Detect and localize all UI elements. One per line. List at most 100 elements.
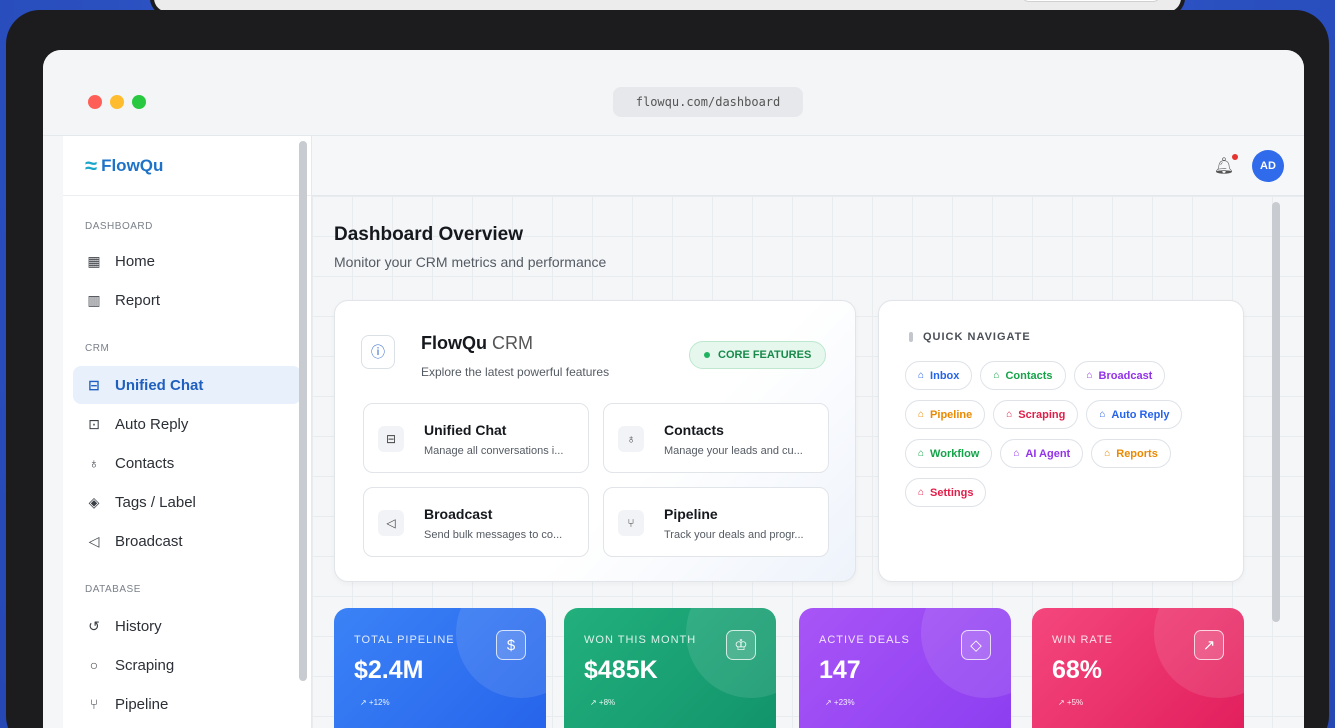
sidebar-section-dashboard: DASHBOARD ▦ Home ▥ Report	[63, 218, 311, 319]
sidebar-item-label: Contacts	[115, 454, 175, 472]
sidebar-item-label: Unified Chat	[115, 376, 204, 394]
page-subtitle: Monitor your CRM metrics and performance	[334, 254, 607, 270]
megaphone-icon: ◁	[88, 532, 100, 549]
inbox-icon: ⊟	[88, 376, 100, 393]
notification-dot	[1232, 154, 1238, 160]
sidebar-item-unified-chat[interactable]: ⊟ Unified Chat	[73, 366, 301, 404]
sidebar-item-pipeline[interactable]: ⑂ Pipeline	[73, 685, 301, 723]
bot-icon: ⌂	[918, 370, 925, 381]
browser-window: flowqu.com/dashboard ≈ FlowQu DASHBOARD …	[43, 50, 1304, 728]
pipeline-icon: ⑂	[618, 510, 644, 536]
feature-pipeline[interactable]: ⑂ Pipeline Track your deals and progr...	[603, 487, 829, 557]
trend-up-icon: ↗	[1194, 630, 1224, 660]
bot-icon: ⌂	[1006, 409, 1013, 420]
bot-icon: ⌂	[918, 487, 925, 498]
chip-workflow[interactable]: ⌂ Workflow	[905, 439, 993, 468]
search-icon: ○	[89, 657, 99, 673]
feature-unified-chat[interactable]: ⊟ Unified Chat Manage all conversations …	[363, 403, 589, 473]
quick-navigate-label: QUICK NAVIGATE	[909, 331, 1031, 343]
address-bar[interactable]: flowqu.com/dashboard	[613, 87, 803, 117]
chip-pipeline[interactable]: ⌂ Pipeline	[905, 400, 986, 429]
sidebar-item-label: Pipeline	[115, 695, 169, 713]
sidebar-item-label: Broadcast	[115, 532, 183, 550]
status-badge: CORE FEATURES	[689, 341, 827, 369]
chip-reports[interactable]: ⌂ Reports	[1091, 439, 1171, 468]
page-title: Dashboard Overview	[334, 224, 524, 245]
brand-logo[interactable]: ≈ FlowQu	[63, 136, 311, 196]
stat-card-win-rate[interactable]: WIN RATE 68% ↗ +5% ↗	[1032, 608, 1244, 728]
sidebar-section-database: DATABASE ↺ History ○ Scraping ⑂ Pipeline	[63, 581, 311, 723]
bot-icon: ⌂	[918, 448, 925, 459]
app-header: 🔔︎ AD	[312, 136, 1304, 196]
bot-icon: ⌂	[1013, 448, 1020, 459]
bot-icon: ⌂	[918, 409, 925, 420]
quick-navigate-chips: ⌂ Inbox ⌂ Contacts ⌂ Broadcast ⌂ Pipeline ⌂ S…	[905, 361, 1225, 507]
sidebar-item-report[interactable]: ▥ Report	[73, 281, 301, 319]
sidebar: ≈ FlowQu DASHBOARD ▦ Home ▥ Report CRM ⊟…	[63, 136, 312, 728]
chip-scraping[interactable]: ⌂ Scraping	[993, 400, 1079, 429]
sidebar-section-label: DATABASE	[85, 584, 141, 595]
close-window-button[interactable]	[88, 95, 102, 109]
brand-name: FlowQu	[101, 155, 164, 175]
chip-inbox[interactable]: ⌂ Inbox	[905, 361, 973, 390]
feature-broadcast[interactable]: ◁ Broadcast Send bulk messages to co...	[363, 487, 589, 557]
sidebar-item-contacts[interactable]: ♁ Contacts	[73, 444, 301, 482]
chip-contacts[interactable]: ⌂ Contacts	[980, 361, 1066, 390]
crm-card-title: FlowQu CRM	[421, 333, 534, 353]
bot-icon: ⌂	[993, 370, 1000, 381]
sidebar-item-label: Home	[115, 252, 156, 270]
sidebar-item-auto-reply[interactable]: ⊡ Auto Reply	[73, 405, 301, 443]
quick-navigate-card: QUICK NAVIGATE ⌂ Inbox ⌂ Contacts ⌂ Broadca…	[878, 300, 1244, 582]
history-icon: ↺	[88, 617, 100, 634]
bot-icon: ⌂	[1086, 370, 1093, 381]
feature-contacts[interactable]: ♁ Contacts Manage your leads and cu...	[603, 403, 829, 473]
bell-icon[interactable]: 🔔︎	[1214, 156, 1234, 176]
device-frame: flowqu.com/dashboard ≈ FlowQu DASHBOARD …	[6, 10, 1329, 728]
info-icon: ⓘ	[361, 335, 395, 369]
chip-settings[interactable]: ⌂ Settings	[905, 478, 987, 507]
sidebar-item-history[interactable]: ↺ History	[73, 607, 301, 645]
inbox-icon: ⊟	[378, 426, 404, 452]
pipeline-icon: ⑂	[89, 696, 99, 712]
bot-icon: ⌂	[1099, 409, 1106, 420]
bot-icon: ⌂	[1104, 448, 1111, 459]
main-content: Dashboard Overview Monitor your CRM metr…	[312, 196, 1304, 728]
avatar[interactable]: AD	[1252, 150, 1284, 182]
handshake-icon: ◇	[961, 630, 991, 660]
sidebar-item-label: Report	[115, 291, 161, 309]
stat-card-won-this-month[interactable]: WON THIS MONTH $485K ↗ +8% ♔	[564, 608, 776, 728]
crm-card-subtitle: Explore the latest powerful features	[421, 365, 610, 379]
maximize-window-button[interactable]	[132, 95, 146, 109]
sidebar-item-label: Tags / Label	[115, 493, 196, 511]
chip-auto-reply[interactable]: ⌂ Auto Reply	[1086, 400, 1183, 429]
browser-titlebar: flowqu.com/dashboard	[43, 50, 1304, 136]
reply-icon: ⊡	[88, 415, 100, 432]
stat-card-active-deals[interactable]: ACTIVE DEALS 147 ↗ +23% ◇	[799, 608, 1011, 728]
sidebar-section-label: DASHBOARD	[85, 221, 153, 232]
tag-icon: ◈	[88, 493, 100, 510]
stat-card-total-pipeline[interactable]: TOTAL PIPELINE $2.4M ↗ +12% $	[334, 608, 546, 728]
main-scrollbar[interactable]	[1272, 202, 1280, 622]
sidebar-item-label: Auto Reply	[115, 415, 189, 433]
sidebar-section-label: CRM	[85, 343, 110, 354]
status-dot-icon	[704, 352, 710, 358]
bar-chart-icon: ▥	[87, 291, 101, 308]
dollar-icon: $	[496, 630, 526, 660]
chip-broadcast[interactable]: ⌂ Broadcast	[1073, 361, 1166, 390]
minimize-window-button[interactable]	[110, 95, 124, 109]
megaphone-icon: ◁	[378, 510, 404, 536]
sidebar-item-label: Scraping	[115, 656, 175, 674]
trophy-icon: ♔	[726, 630, 756, 660]
sidebar-item-broadcast[interactable]: ◁ Broadcast	[73, 522, 301, 560]
sidebar-item-label: History	[115, 617, 162, 635]
sidebar-item-scraping[interactable]: ○ Scraping	[73, 646, 301, 684]
users-icon: ♁	[618, 426, 644, 452]
flowqu-logo-icon: ≈	[85, 152, 98, 178]
sidebar-section-crm: CRM ⊟ Unified Chat ⊡ Auto Reply ♁ Contac…	[63, 340, 311, 560]
sidebar-scrollbar[interactable]	[299, 141, 307, 681]
crm-features-card: ⓘ FlowQu CRM Explore the latest powerful…	[334, 300, 856, 582]
grid-icon: ▦	[87, 252, 101, 269]
chip-ai-agent[interactable]: ⌂ AI Agent	[1000, 439, 1084, 468]
sidebar-item-tags-label[interactable]: ◈ Tags / Label	[73, 483, 301, 521]
sidebar-item-home[interactable]: ▦ Home	[73, 242, 301, 280]
